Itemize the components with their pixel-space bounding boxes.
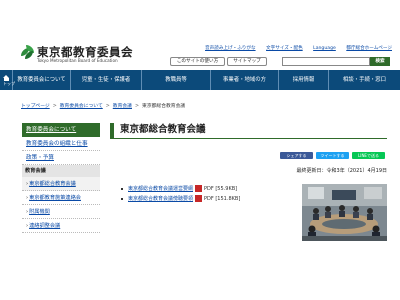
meeting-photo [302, 184, 387, 241]
global-nav: トップ 教育委員会について 児童・生徒・保護者 教職員等 事業者・地域の方 採用… [0, 70, 400, 90]
site-usage-button[interactable]: このサイトの使い方 [170, 57, 225, 66]
last-updated: 最終更新日：令和3年（2021）4月19日 [296, 168, 387, 174]
chevron-right-icon: › [26, 195, 29, 201]
list-item: 東京都総合教育会議傍聴要領 PDF [151.8KB] [121, 194, 291, 204]
nav-students[interactable]: 児童・生徒・保護者 [71, 70, 142, 90]
facebook-share-button[interactable]: シェアする [280, 152, 313, 159]
document-format: PDF [204, 196, 214, 202]
document-size: [151.8KB] [215, 196, 241, 202]
sidebar-sub-sogo[interactable]: ›東京都総合教育会議 [22, 177, 100, 191]
breadcrumb-separator: > [105, 104, 110, 109]
chevron-right-icon: › [26, 223, 29, 229]
utility-tools: このサイトの使い方 サイトマップ 検索 [170, 57, 392, 67]
nav-consult[interactable]: 相談・手続・窓口 [329, 70, 400, 90]
sidebar-item-policy[interactable]: 政策・予算 [22, 151, 100, 165]
sidebar-sub-renraku[interactable]: ›連絡調整会議 [22, 219, 100, 233]
pdf-icon [195, 185, 203, 192]
breadcrumb-separator: > [52, 104, 57, 109]
document-list: 東京都総合教育会議運営要綱 PDF [55.9KB] 東京都総合教育会議傍聴要領 P… [121, 184, 291, 204]
page-title: 東京都総合教育会議 [110, 123, 387, 139]
nav-recruit[interactable]: 採用情報 [279, 70, 329, 90]
document-link-bochou[interactable]: 東京都総合教育会議傍聴要領 [128, 196, 193, 202]
chevron-right-icon: › [26, 181, 29, 187]
breadcrumb-kaigi[interactable]: 教育会議 [113, 104, 132, 109]
line-share-button[interactable]: LINEで送る [352, 152, 385, 159]
nav-business[interactable]: 事業者・地域の方 [211, 70, 279, 90]
chevron-right-icon: › [26, 209, 29, 215]
twitter-share-button[interactable]: ツイートする [316, 152, 349, 159]
breadcrumb: トップページ > 教育委員会について > 教育会議 > 東京都総合教育会議 [21, 102, 185, 109]
sidebar: 教育委員会について 教育委員会の組織と仕事 政策・予算 教育会議 ›東京都総合教… [22, 123, 100, 233]
document-link-yoko[interactable]: 東京都総合教育会議運営要綱 [128, 186, 193, 192]
breadcrumb-top[interactable]: トップページ [21, 104, 50, 109]
pdf-icon [195, 195, 203, 202]
utility-links: 音声読み上げ・ふりがな 文字サイズ・配色 Language 都庁総合ホームページ [196, 45, 392, 51]
meeting-photo-image [302, 184, 387, 241]
list-item: 東京都総合教育会議運営要綱 PDF [55.9KB] [121, 184, 291, 194]
ginkgo-logo-icon [21, 45, 35, 59]
sitemap-button[interactable]: サイトマップ [227, 57, 267, 66]
sidebar-sub-shisaku[interactable]: ›東京都教育施策連絡会 [22, 191, 100, 205]
breadcrumb-current: 東京都総合教育会議 [142, 104, 186, 109]
document-size: [55.9KB] [215, 186, 238, 192]
bullet-icon [121, 187, 123, 190]
nav-about[interactable]: 教育委員会について [13, 70, 71, 90]
sidebar-heading[interactable]: 教育委員会について [22, 123, 100, 137]
sidebar-sub-fuzoku[interactable]: ›附属機関 [22, 205, 100, 219]
utility-link-language[interactable]: Language [313, 46, 336, 51]
utility-link-furigana[interactable]: 音声読み上げ・ふりがな [205, 46, 256, 51]
document-format: PDF [204, 186, 214, 192]
logo-subtitle: Tokyo Metropolitan Board of Education [37, 58, 118, 63]
bullet-icon [121, 197, 123, 200]
utility-link-tocho[interactable]: 都庁総合ホームページ [346, 46, 392, 51]
search-button[interactable]: 検索 [370, 57, 390, 66]
nav-staff[interactable]: 教職員等 [142, 70, 211, 90]
breadcrumb-separator: > [134, 104, 140, 109]
sidebar-item-organization[interactable]: 教育委員会の組織と仕事 [22, 137, 100, 151]
utility-link-text-size[interactable]: 文字サイズ・配色 [266, 46, 303, 51]
sidebar-section-kaigi: 教育会議 [22, 165, 100, 177]
site-header: 東京都教育委員会 Tokyo Metropolitan Board of Edu… [0, 0, 400, 70]
breadcrumb-about[interactable]: 教育委員会について [60, 104, 103, 109]
nav-home[interactable]: トップ [0, 70, 15, 90]
search-input[interactable] [282, 57, 370, 66]
